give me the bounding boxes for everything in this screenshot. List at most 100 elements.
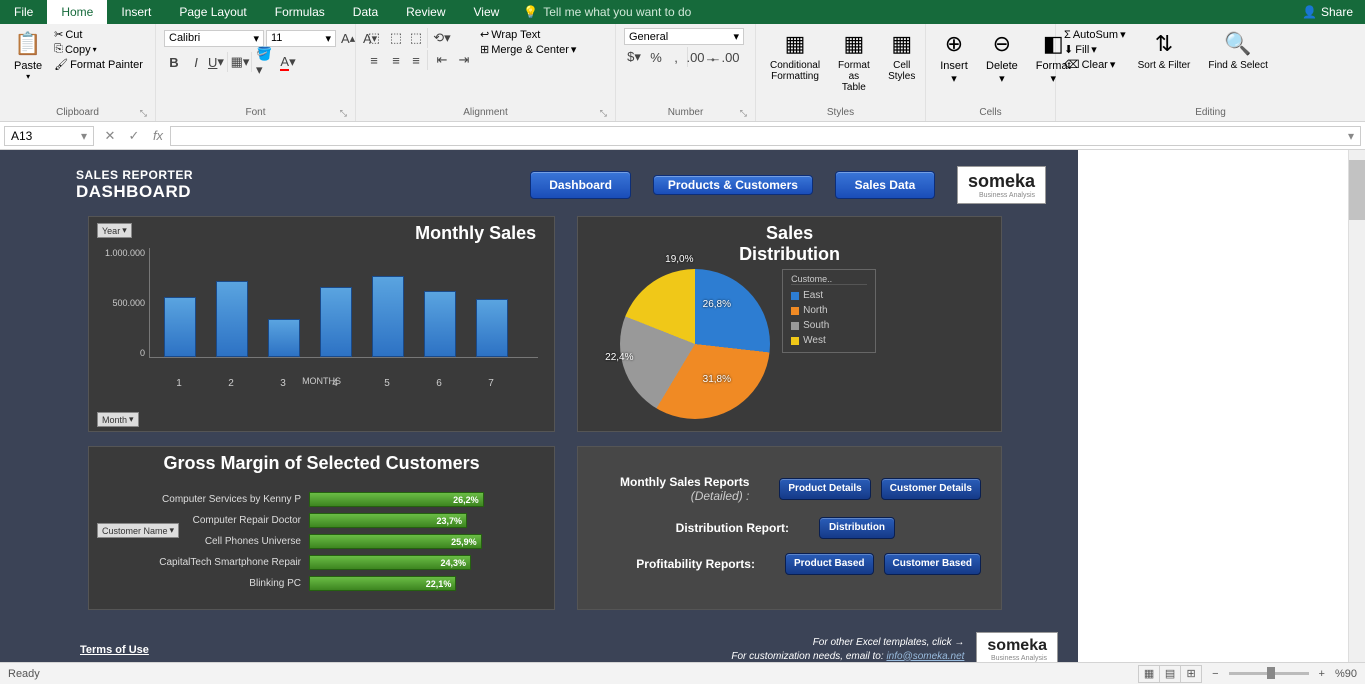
find-select-label: Find & Select — [1208, 60, 1267, 71]
fx-button[interactable]: fx — [146, 128, 170, 143]
customer-filter[interactable]: Customer Name▾ — [97, 523, 179, 538]
find-select-button[interactable]: 🔍Find & Select — [1202, 28, 1273, 73]
wrap-text-button[interactable]: ↩ Wrap Text — [480, 28, 576, 41]
editing-group-label: Editing — [1064, 106, 1357, 119]
tab-formulas[interactable]: Formulas — [261, 0, 339, 24]
tab-data[interactable]: Data — [339, 0, 392, 24]
hbar-row: CapitalTech Smartphone Repair24,3% — [109, 555, 534, 570]
percent-button[interactable]: % — [646, 47, 666, 67]
bar — [424, 291, 456, 357]
align-top-button[interactable]: ⬚ — [364, 28, 384, 48]
zoom-in-button[interactable]: + — [1319, 668, 1325, 680]
page-break-view-button[interactable]: ⊞ — [1180, 665, 1202, 683]
worksheet-area[interactable]: SALES REPORTER DASHBOARD Dashboard Produ… — [0, 150, 1365, 662]
underline-button[interactable]: U▾ — [208, 52, 228, 72]
cell-styles-button[interactable]: ▦Cell Styles — [882, 28, 922, 84]
dialog-launcher-icon[interactable]: ⤡ — [140, 108, 147, 119]
hbar-fill: 23,7% — [309, 513, 467, 528]
scrollbar-thumb[interactable] — [1349, 160, 1365, 220]
align-center-button[interactable]: ≡ — [386, 50, 406, 70]
increase-indent-button[interactable]: ⇥ — [454, 50, 474, 70]
tab-page-layout[interactable]: Page Layout — [165, 0, 260, 24]
increase-font-icon[interactable]: A▴ — [338, 28, 358, 48]
dialog-launcher-icon[interactable]: ⤡ — [340, 108, 347, 119]
format-as-table-button[interactable]: ▦Format as Table — [832, 28, 876, 95]
bold-button[interactable]: B — [164, 52, 184, 72]
align-middle-button[interactable]: ⬚ — [386, 28, 406, 48]
enter-formula-button[interactable]: ✓ — [122, 128, 146, 144]
sort-filter-button[interactable]: ⇅Sort & Filter — [1132, 28, 1197, 73]
orientation-button[interactable]: ⟲▾ — [432, 28, 452, 48]
share-button[interactable]: 👤 Share — [1290, 0, 1365, 24]
cell-styles-label: Cell Styles — [888, 60, 916, 82]
zoom-level[interactable]: %90 — [1335, 668, 1357, 680]
delete-cells-button[interactable]: ⊖Delete▾ — [980, 28, 1024, 87]
product-details-button[interactable]: Product Details — [779, 478, 870, 500]
zoom-out-button[interactable]: − — [1212, 668, 1218, 680]
clear-button[interactable]: ⌫ Clear ▾ — [1064, 58, 1126, 71]
nav-salesdata-button[interactable]: Sales Data — [835, 171, 935, 199]
formula-input[interactable]: ▾ — [170, 126, 1361, 146]
logo-subtext: Business Analysis — [968, 192, 1035, 199]
paste-button[interactable]: 📋 Paste ▾ — [8, 28, 48, 83]
name-box[interactable]: A13▾ — [4, 126, 94, 146]
number-format-dropdown[interactable]: General▾ — [624, 28, 744, 45]
zoom-thumb[interactable] — [1267, 667, 1275, 679]
borders-button[interactable]: ▦▾ — [232, 52, 252, 72]
align-right-button[interactable]: ≡ — [408, 50, 428, 70]
conditional-formatting-button[interactable]: ▦Conditional Formatting — [764, 28, 826, 84]
year-filter[interactable]: Year▾ — [97, 223, 132, 238]
page-layout-view-button[interactable]: ▤ — [1159, 665, 1181, 683]
font-name-dropdown[interactable]: Calibri▾ — [164, 30, 264, 47]
product-based-button[interactable]: Product Based — [785, 553, 874, 575]
fill-button[interactable]: ⬇ Fill ▾ — [1064, 43, 1126, 56]
distribution-button[interactable]: Distribution — [819, 517, 895, 539]
merge-center-button[interactable]: ⊞ Merge & Center ▾ — [480, 43, 576, 56]
customer-based-button[interactable]: Customer Based — [884, 553, 981, 575]
italic-button[interactable]: I — [186, 52, 206, 72]
dialog-launcher-icon[interactable]: ⤡ — [600, 108, 607, 119]
normal-view-button[interactable]: ▦ — [1138, 665, 1160, 683]
copy-button[interactable]: ⎘ Copy ▾ — [54, 43, 143, 56]
x-tick: 1 — [163, 378, 195, 389]
gross-margin-panel: Gross Margin of Selected Customers Custo… — [88, 446, 555, 610]
vertical-scrollbar[interactable] — [1348, 150, 1365, 662]
footer-email-link[interactable]: info@someka.net — [886, 651, 964, 662]
cut-button[interactable]: ✂ Cut — [54, 28, 143, 41]
decrease-decimal-button[interactable]: ←.00 — [714, 47, 734, 67]
decrease-indent-button[interactable]: ⇤ — [432, 50, 452, 70]
comma-button[interactable]: , — [668, 47, 688, 67]
nav-products-button[interactable]: Products & Customers — [653, 175, 813, 195]
bar — [268, 319, 300, 358]
monthly-sales-panel: Year▾ Monthly Sales 1.000.000 500.000 0 … — [88, 216, 555, 432]
font-size-dropdown[interactable]: 11▾ — [266, 30, 336, 47]
pie-slice-label: 22,4% — [605, 352, 633, 363]
sigma-icon: Σ — [1064, 29, 1071, 41]
legend-item: South — [791, 318, 867, 333]
tab-view[interactable]: View — [460, 0, 514, 24]
nav-dashboard-button[interactable]: Dashboard — [530, 171, 631, 199]
tell-me[interactable]: 💡 Tell me what you want to do — [513, 0, 701, 24]
zoom-slider[interactable] — [1229, 672, 1309, 675]
cancel-formula-button[interactable]: ✕ — [98, 128, 122, 144]
tab-review[interactable]: Review — [392, 0, 459, 24]
align-bottom-button[interactable]: ⬚ — [408, 28, 428, 48]
customer-details-button[interactable]: Customer Details — [881, 478, 981, 500]
font-color-button[interactable]: A▾ — [278, 52, 298, 72]
y-tick: 0 — [140, 348, 145, 358]
month-filter[interactable]: Month▾ — [97, 412, 139, 427]
tab-file[interactable]: File — [0, 0, 47, 24]
tab-insert[interactable]: Insert — [107, 0, 165, 24]
currency-button[interactable]: $▾ — [624, 47, 644, 67]
dialog-launcher-icon[interactable]: ⤡ — [740, 108, 747, 119]
fill-color-button[interactable]: 🪣▾ — [256, 52, 276, 72]
expand-formula-icon[interactable]: ▾ — [1348, 129, 1354, 143]
align-left-button[interactable]: ≡ — [364, 50, 384, 70]
insert-cells-button[interactable]: ⊕Insert▾ — [934, 28, 974, 87]
tab-home[interactable]: Home — [47, 0, 107, 24]
terms-link[interactable]: Terms of Use — [80, 644, 149, 656]
merge-center-label: Merge & Center — [491, 44, 569, 56]
format-painter-button[interactable]: 🖌 Format Painter — [54, 58, 143, 71]
status-ready: Ready — [8, 668, 40, 680]
autosum-button[interactable]: Σ AutoSum ▾ — [1064, 28, 1126, 41]
